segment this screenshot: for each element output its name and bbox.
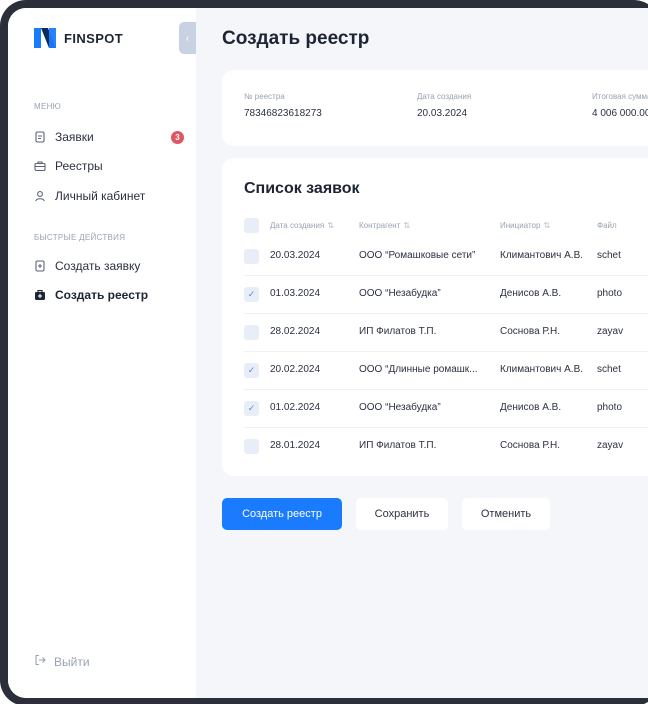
cell-initiator: Соснова Р.Н. [500, 326, 560, 337]
column-header-file[interactable]: Файл [597, 221, 617, 230]
cell-date: 20.02.2024 [270, 364, 321, 375]
cell-counterparty: ИП Филатов Т.П. [359, 440, 437, 451]
cell-file[interactable]: schet [597, 364, 621, 375]
sidebar-item-label: Заявки [55, 130, 94, 144]
main-content: Создать реестр № реестра 78346823618273 … [196, 8, 648, 698]
add-briefcase-icon [34, 289, 46, 301]
total-amount-label: Итоговая сумма [592, 92, 648, 101]
table-row[interactable]: ✓ 01.03.2024 ООО “Незабудка” Денисов А.В. ph… [244, 276, 648, 314]
row-checkbox[interactable]: ✓ [244, 401, 259, 416]
cell-initiator: Климантович А.В. [500, 364, 584, 375]
cell-initiator: Денисов А.В. [500, 402, 562, 413]
cancel-button[interactable]: Отменить [462, 498, 550, 530]
document-icon [34, 131, 46, 143]
table-row[interactable]: 20.03.2024 ООО “Ромашковые сети” Климантов… [244, 238, 648, 276]
logout-button[interactable]: Выйти [34, 654, 90, 669]
cell-file[interactable]: schet [597, 250, 621, 261]
cell-date: 28.02.2024 [270, 326, 321, 337]
registry-number-label: № реестра [244, 92, 285, 101]
registry-info-card: № реестра 78346823618273 Дата создания 2… [222, 70, 648, 146]
created-date-field: Дата создания 20.03.2024 [417, 92, 471, 119]
sidebar-item-account[interactable]: Личный кабинет [34, 187, 184, 205]
sidebar-item-create-request[interactable]: Создать заявку [34, 257, 184, 275]
checkmark-icon: ✓ [247, 403, 256, 413]
select-all-checkbox[interactable] [244, 218, 259, 233]
sort-icon: ⇅ [543, 221, 551, 230]
registry-number-field: № реестра 78346823618273 [244, 92, 322, 119]
finspot-logo-icon [34, 28, 56, 48]
chevron-left-icon: ‹ [185, 32, 190, 44]
cell-date: 20.03.2024 [270, 250, 321, 261]
table-row[interactable]: ✓ 20.02.2024 ООО “Длинные ромашк... Климант… [244, 352, 648, 390]
sidebar: FINSPOT ‹ МЕНЮ Заявки 3 Реестры Личный к… [8, 8, 196, 698]
cell-date: 28.01.2024 [270, 440, 321, 451]
row-checkbox[interactable]: ✓ [244, 287, 259, 302]
column-header-label: Файл [597, 221, 617, 230]
notification-badge: 3 [171, 131, 184, 144]
cell-initiator: Денисов А.В. [500, 288, 562, 299]
cell-file[interactable]: photo [597, 402, 622, 413]
cell-counterparty: ООО “Незабудка” [359, 402, 441, 413]
sort-icon: ⇅ [327, 221, 334, 230]
logout-label: Выйти [54, 654, 90, 669]
created-date-label: Дата создания [417, 92, 472, 101]
row-checkbox[interactable] [244, 325, 259, 340]
total-amount-field: Итоговая сумма 4 006 000.00 [592, 92, 648, 119]
cell-date: 01.03.2024 [270, 288, 321, 299]
requests-list-card: Список заявок Дата создания ⇅ Контрагент ⇅… [222, 158, 648, 476]
logout-icon [34, 654, 46, 669]
row-checkbox[interactable] [244, 249, 259, 264]
column-header-label: Инициатор [500, 221, 541, 230]
menu-section-label: МЕНЮ [34, 102, 62, 111]
sidebar-item-label: Реестры [55, 159, 103, 173]
row-checkbox[interactable]: ✓ [244, 363, 259, 378]
logo-text: FINSPOT [64, 30, 124, 46]
save-button[interactable]: Сохранить [356, 498, 448, 530]
column-header-label: Контрагент [359, 221, 401, 230]
cell-file[interactable]: zayav [597, 440, 623, 451]
cell-file[interactable]: photo [597, 288, 622, 299]
cell-counterparty: ИП Филатов Т.П. [359, 326, 437, 337]
cell-counterparty: ООО “Ромашковые сети” [359, 250, 476, 261]
sidebar-item-create-registry[interactable]: Создать реестр [34, 286, 184, 304]
registry-number-value: 78346823618273 [244, 108, 322, 119]
create-registry-button[interactable]: Создать реестр [222, 498, 342, 530]
cell-initiator: Климантович А.В. [500, 250, 584, 261]
quick-actions-section-label: БЫСТРЫЕ ДЕЙСТВИЯ [34, 233, 126, 242]
checkmark-icon: ✓ [247, 365, 256, 375]
briefcase-icon [34, 160, 46, 172]
device-frame: FINSPOT ‹ МЕНЮ Заявки 3 Реестры Личный к… [0, 0, 648, 704]
checkmark-icon: ✓ [247, 289, 256, 299]
cell-initiator: Соснова Р.Н. [500, 440, 560, 451]
sidebar-item-label: Создать реестр [55, 288, 149, 302]
column-header-counterparty[interactable]: Контрагент ⇅ [359, 221, 410, 230]
page-title: Создать реестр [222, 28, 370, 49]
list-title: Список заявок [244, 180, 360, 197]
column-header-initiator[interactable]: Инициатор ⇅ [500, 221, 550, 230]
cell-counterparty: ООО “Незабудка” [359, 288, 441, 299]
cell-file[interactable]: zayav [597, 326, 623, 337]
total-amount-value: 4 006 000.00 [592, 108, 648, 119]
row-checkbox[interactable] [244, 439, 259, 454]
column-header-date[interactable]: Дата создания ⇅ [270, 221, 334, 230]
app-window: FINSPOT ‹ МЕНЮ Заявки 3 Реестры Личный к… [8, 8, 648, 698]
created-date-value: 20.03.2024 [417, 108, 468, 119]
column-header-label: Дата создания [270, 221, 325, 230]
user-icon [34, 190, 46, 202]
sidebar-item-requests[interactable]: Заявки 3 [34, 128, 184, 146]
add-document-icon [34, 260, 46, 272]
cell-date: 01.02.2024 [270, 402, 321, 413]
table-row[interactable]: 28.02.2024 ИП Филатов Т.П. Соснова Р.Н. zay… [244, 314, 648, 352]
table-header: Дата создания ⇅ Контрагент ⇅ Инициатор ⇅ Фа… [244, 216, 648, 236]
logo[interactable]: FINSPOT [34, 28, 123, 48]
sidebar-item-label: Личный кабинет [55, 189, 146, 203]
table-row[interactable]: ✓ 01.02.2024 ООО “Незабудка” Денисов А.В. ph… [244, 390, 648, 428]
sidebar-item-registries[interactable]: Реестры [34, 157, 184, 175]
sidebar-item-label: Создать заявку [55, 259, 141, 273]
collapse-sidebar-button[interactable]: ‹ [179, 22, 196, 54]
table-row[interactable]: 28.01.2024 ИП Филатов Т.П. Соснова Р.Н. zay… [244, 428, 648, 466]
sort-icon: ⇅ [403, 221, 411, 230]
cell-counterparty: ООО “Длинные ромашк... [359, 364, 478, 375]
